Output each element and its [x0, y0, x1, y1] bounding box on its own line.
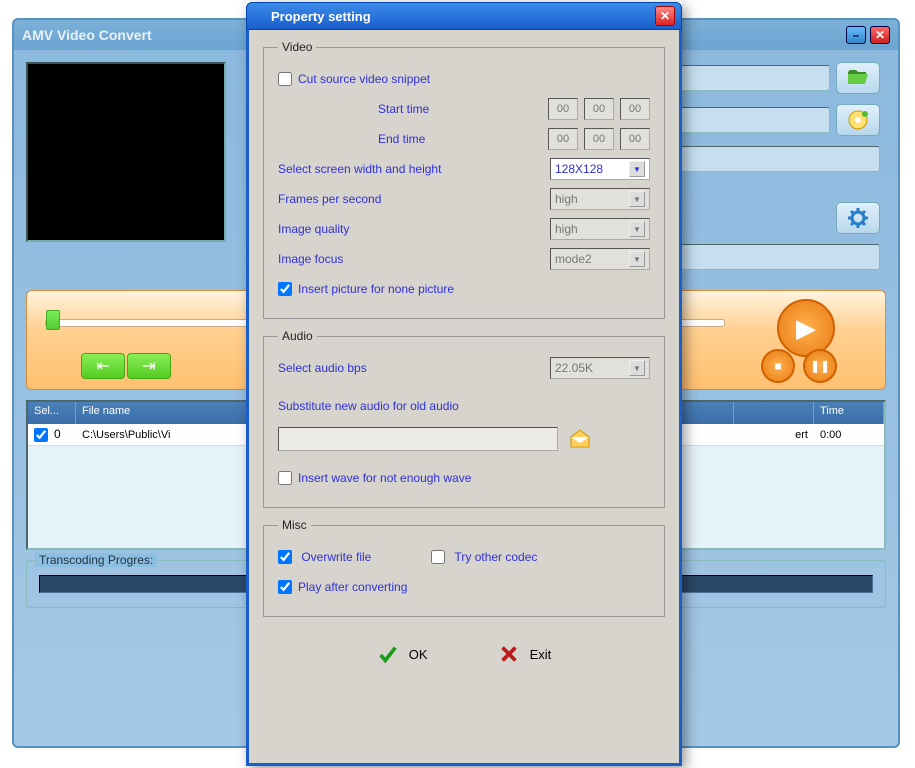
dialog-titlebar[interactable]: Property setting ✕ — [246, 2, 682, 30]
misc-legend: Misc — [278, 518, 311, 532]
focus-select[interactable]: mode2 ▼ — [550, 248, 650, 270]
property-dialog: Property setting ✕ Video Cut source vide… — [246, 2, 682, 766]
start-hh[interactable]: 00 — [548, 98, 578, 120]
envelope-open-icon[interactable] — [566, 427, 594, 451]
output-disc-button[interactable] — [836, 104, 880, 136]
video-preview — [26, 62, 226, 242]
chevron-down-icon: ▼ — [629, 360, 645, 376]
overwrite-label: Overwrite file — [301, 550, 371, 564]
open-file-button[interactable] — [836, 62, 880, 94]
disc-icon — [846, 108, 870, 132]
row-checkbox[interactable] — [34, 428, 48, 442]
x-icon — [498, 643, 520, 665]
pause-button[interactable]: ❚❚ — [803, 349, 837, 383]
quality-select[interactable]: high ▼ — [550, 218, 650, 240]
screen-select[interactable]: 128X128 ▼ — [550, 158, 650, 180]
ok-button[interactable]: OK — [377, 643, 428, 665]
play-after-checkbox[interactable] — [278, 580, 292, 594]
dialog-close-button[interactable]: ✕ — [655, 6, 675, 26]
chevron-down-icon: ▼ — [629, 191, 645, 207]
chevron-down-icon: ▼ — [629, 221, 645, 237]
audio-path-input[interactable] — [278, 427, 558, 451]
misc-group: Misc Overwrite file Try other codec Play… — [263, 518, 665, 617]
end-hh[interactable]: 00 — [548, 128, 578, 150]
col-status[interactable] — [734, 402, 814, 424]
start-ss[interactable]: 00 — [620, 98, 650, 120]
start-mm[interactable]: 00 — [584, 98, 614, 120]
fps-select[interactable]: high ▼ — [550, 188, 650, 210]
screen-label: Select screen width and height — [278, 162, 550, 176]
play-after-label: Play after converting — [298, 580, 407, 594]
chevron-down-icon: ▼ — [629, 251, 645, 267]
stop-button[interactable]: ■ — [761, 349, 795, 383]
insert-pic-checkbox[interactable] — [278, 282, 292, 296]
end-mm[interactable]: 00 — [584, 128, 614, 150]
try-codec-checkbox[interactable] — [431, 550, 445, 564]
quality-label: Image quality — [278, 222, 550, 236]
fps-label: Frames per second — [278, 192, 550, 206]
try-codec-label: Try other codec — [454, 550, 537, 564]
progress-label: Transcoding Progres: — [35, 553, 157, 567]
col-time[interactable]: Time — [814, 402, 884, 424]
chevron-down-icon: ▼ — [629, 161, 645, 177]
close-button[interactable]: ✕ — [870, 26, 890, 44]
dialog-title: Property setting — [253, 9, 655, 24]
exit-button[interactable]: Exit — [498, 643, 552, 665]
mark-out-button[interactable]: ⇥ — [127, 353, 171, 379]
minimize-button[interactable]: – — [846, 26, 866, 44]
end-time-label: End time — [378, 132, 548, 146]
cut-checkbox[interactable] — [278, 72, 292, 86]
seek-thumb[interactable] — [46, 310, 60, 330]
audio-group: Audio Select audio bps 22.05K ▼ Substitu… — [263, 329, 665, 508]
start-time-label: Start time — [378, 102, 548, 116]
folder-open-icon — [846, 66, 870, 90]
audio-legend: Audio — [278, 329, 317, 343]
col-select[interactable]: Sel... — [28, 402, 76, 424]
check-icon — [377, 643, 399, 665]
video-group: Video Cut source video snippet Start tim… — [263, 40, 665, 319]
gear-icon — [846, 206, 870, 230]
bps-label: Select audio bps — [278, 361, 550, 375]
insert-pic-label: Insert picture for none picture — [298, 282, 454, 296]
cut-label: Cut source video snippet — [298, 72, 430, 86]
video-legend: Video — [278, 40, 316, 54]
substitute-label: Substitute new audio for old audio — [278, 399, 459, 413]
play-button[interactable]: ▶ — [777, 299, 835, 357]
overwrite-checkbox[interactable] — [278, 550, 292, 564]
insert-wave-label: Insert wave for not enough wave — [298, 471, 471, 485]
insert-wave-checkbox[interactable] — [278, 471, 292, 485]
focus-label: Image focus — [278, 252, 550, 266]
bps-select[interactable]: 22.05K ▼ — [550, 357, 650, 379]
mark-in-button[interactable]: ⇤ — [81, 353, 125, 379]
settings-button[interactable] — [836, 202, 880, 234]
end-ss[interactable]: 00 — [620, 128, 650, 150]
